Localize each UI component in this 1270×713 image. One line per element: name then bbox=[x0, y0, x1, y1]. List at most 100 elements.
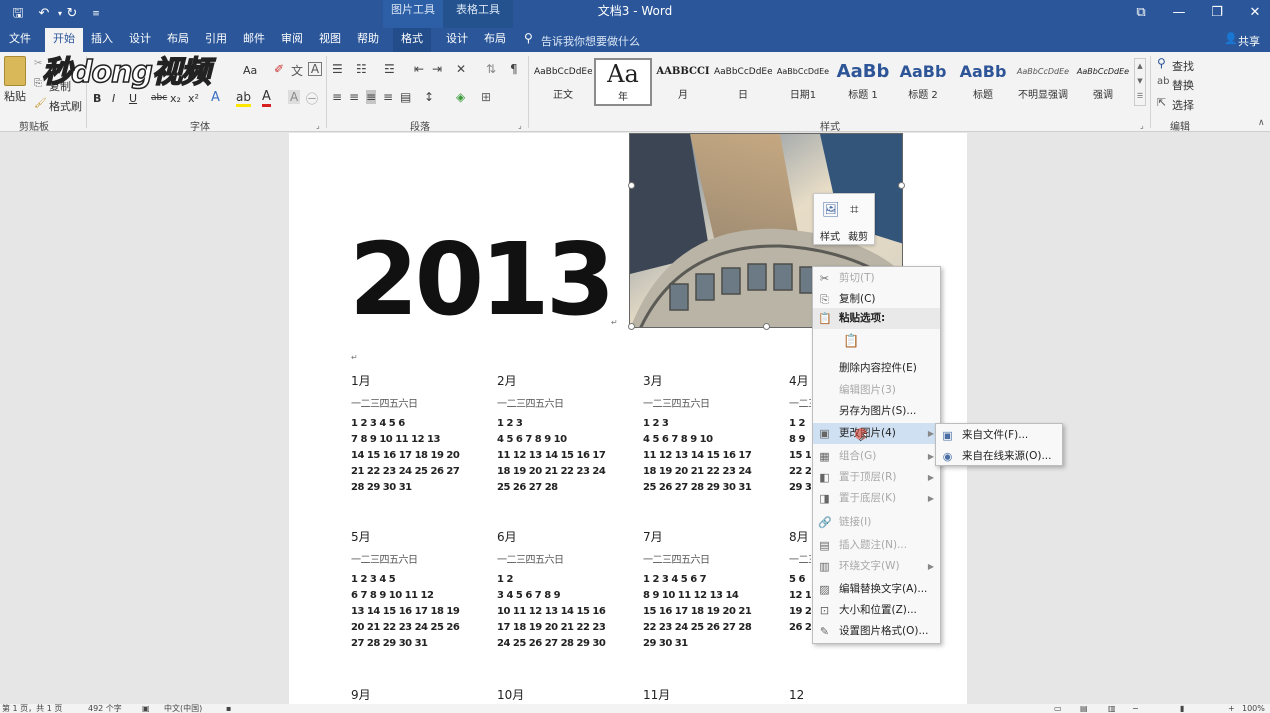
read-mode-icon[interactable]: ▭ bbox=[1054, 704, 1062, 713]
tab-help[interactable]: 帮助 bbox=[352, 28, 384, 52]
month-name[interactable]: 7月 bbox=[643, 528, 763, 546]
month-name[interactable]: 4月 bbox=[789, 372, 811, 390]
context-menu-item[interactable]: ▨ 编辑替换文字(A)... bbox=[813, 579, 940, 600]
context-menu-item[interactable]: 删除内容控件(E) bbox=[813, 358, 940, 379]
context-menu-item[interactable]: ◨ 置于底层(K) ▶ bbox=[813, 488, 940, 509]
align-left-icon[interactable]: ≡ bbox=[332, 90, 342, 104]
context-menu-item[interactable]: ✂ 剪切(T) bbox=[813, 268, 940, 289]
format-painter-icon[interactable]: 🖌 bbox=[34, 98, 47, 109]
style-title[interactable]: AaBb 标题 bbox=[954, 58, 1012, 106]
underline-button[interactable]: U bbox=[129, 92, 137, 105]
zoom-in-icon[interactable]: + bbox=[1228, 704, 1235, 713]
style-day[interactable]: AaBbCcDdEe 日 bbox=[714, 58, 772, 106]
tab-picture-format[interactable]: 格式 bbox=[393, 28, 431, 52]
web-layout-icon[interactable]: ▥ bbox=[1108, 704, 1116, 713]
share-button[interactable]: 共享 bbox=[1238, 33, 1260, 49]
resize-handle[interactable] bbox=[898, 182, 905, 189]
align-center-icon[interactable]: ≡ bbox=[349, 90, 359, 104]
copy-icon[interactable]: ⎘ bbox=[34, 78, 42, 89]
context-menu-item[interactable]: 编辑图片(3) bbox=[813, 380, 940, 401]
superscript-button[interactable]: x² bbox=[188, 92, 199, 105]
subscript-button[interactable]: x₂ bbox=[170, 92, 181, 105]
change-case-button[interactable]: Aa bbox=[243, 64, 257, 77]
resize-handle[interactable] bbox=[628, 323, 635, 330]
picture-style-button[interactable]: 样式 bbox=[820, 228, 840, 243]
borders-icon[interactable]: ⊞ bbox=[481, 90, 491, 104]
page-count[interactable]: 第 1 页，共 1 页 bbox=[2, 704, 62, 713]
month-name[interactable]: 3月 bbox=[643, 372, 763, 390]
month-name[interactable]: 2月 bbox=[497, 372, 617, 390]
chinese-layout-icon[interactable]: ✕ bbox=[456, 62, 466, 76]
enclose-char-icon[interactable]: ㊀ bbox=[306, 90, 318, 107]
align-right-icon[interactable]: ≡ bbox=[366, 90, 377, 104]
bullets-icon[interactable]: ☰ bbox=[332, 62, 343, 76]
share-icon[interactable]: 👤 bbox=[1224, 32, 1238, 45]
style-heading1[interactable]: AaBb 标题 1 bbox=[834, 58, 892, 106]
tab-table-layout[interactable]: 布局 bbox=[479, 28, 511, 52]
restore-icon[interactable]: ❐ bbox=[1198, 0, 1236, 28]
year-heading[interactable]: 2013 bbox=[349, 220, 615, 340]
decrease-indent-icon[interactable]: ⇤ bbox=[414, 62, 424, 76]
shading-icon[interactable]: ◈ bbox=[456, 90, 465, 104]
context-menu-item[interactable]: ▤ 插入题注(N)... bbox=[813, 535, 940, 556]
redo-icon[interactable]: ↻ bbox=[62, 4, 82, 24]
month-name[interactable]: 9月 bbox=[351, 686, 471, 704]
italic-button[interactable]: I bbox=[112, 92, 115, 105]
submenu-from-file[interactable]: ▣ 来自文件(F)... bbox=[936, 425, 1063, 446]
paragraph-dialog-launcher-icon[interactable]: ⌟ bbox=[518, 121, 522, 130]
style-heading2[interactable]: AaBb 标题 2 bbox=[894, 58, 952, 106]
tab-file[interactable]: 文件 bbox=[4, 28, 36, 52]
context-menu-item[interactable]: ✎ 设置图片格式(O)... bbox=[813, 621, 940, 642]
phonetic-guide-icon[interactable]: 文 bbox=[291, 62, 303, 79]
find-icon[interactable]: ⚲ bbox=[1157, 56, 1166, 70]
resize-handle[interactable] bbox=[628, 182, 635, 189]
month-name[interactable]: 10月 bbox=[497, 686, 617, 704]
style-date1[interactable]: AaBbCcDdEe 日期1 bbox=[774, 58, 832, 106]
show-marks-icon[interactable]: ¶ bbox=[510, 62, 518, 76]
justify-icon[interactable]: ≡ bbox=[383, 90, 393, 104]
context-menu-item[interactable]: 📋 bbox=[813, 331, 940, 352]
paste-button[interactable]: 粘贴 bbox=[4, 88, 26, 104]
picture-style-icon[interactable]: 🖼 bbox=[822, 202, 840, 218]
crop-button[interactable]: 裁剪 bbox=[848, 228, 868, 243]
zoom-out-icon[interactable]: − bbox=[1132, 704, 1139, 713]
month-name[interactable]: 1月 bbox=[351, 372, 471, 390]
macro-icon[interactable]: ▪ bbox=[226, 704, 231, 713]
context-menu-item[interactable]: ▣ 更改图片(4) ▶ bbox=[813, 423, 940, 444]
line-spacing-icon[interactable]: ↕ bbox=[424, 90, 434, 104]
context-menu-item[interactable]: 🔗 链接(I) bbox=[813, 512, 940, 533]
highlight-icon[interactable]: ab bbox=[236, 90, 251, 107]
save-icon[interactable]: 🖫 bbox=[8, 4, 28, 24]
word-count[interactable]: 492 个字 bbox=[88, 704, 122, 713]
styles-dialog-launcher-icon[interactable]: ⌟ bbox=[1140, 121, 1144, 130]
style-normal[interactable]: AaBbCcDdEe 正文 bbox=[534, 58, 592, 106]
ribbon-display-options-icon[interactable]: ⧉ bbox=[1122, 0, 1160, 28]
tell-me-input[interactable]: 告诉我你想要做什么 bbox=[541, 33, 640, 49]
select-icon[interactable]: ⇱ bbox=[1157, 96, 1166, 109]
month-name[interactable]: 8月 bbox=[789, 528, 811, 546]
style-year[interactable]: Aa 年 bbox=[594, 58, 652, 106]
font-dialog-launcher-icon[interactable]: ⌟ bbox=[316, 121, 320, 130]
resize-handle[interactable] bbox=[763, 323, 770, 330]
style-subtle-emphasis[interactable]: AaBbCcDdEe 不明显强调 bbox=[1014, 58, 1072, 106]
submenu-from-online[interactable]: ◉ 来自在线来源(O)... bbox=[936, 446, 1063, 467]
char-shading-icon[interactable]: A bbox=[288, 90, 301, 104]
print-layout-icon[interactable]: ▤ bbox=[1080, 704, 1088, 713]
style-month[interactable]: AABBCCI 月 bbox=[654, 58, 712, 106]
char-border-icon[interactable]: A bbox=[308, 62, 322, 76]
month-name[interactable]: 12月 bbox=[789, 686, 811, 706]
sort-icon[interactable]: ⇅ bbox=[486, 62, 496, 76]
distributed-icon[interactable]: ▤ bbox=[400, 90, 411, 104]
month-name[interactable]: 5月 bbox=[351, 528, 471, 546]
find-button[interactable]: 查找 bbox=[1172, 58, 1194, 74]
text-effects-icon[interactable]: A bbox=[211, 90, 220, 105]
bold-button[interactable]: B bbox=[93, 92, 101, 105]
zoom-slider[interactable]: ▮ bbox=[1180, 704, 1184, 713]
select-button[interactable]: 选择 bbox=[1172, 97, 1194, 113]
multilevel-list-icon[interactable]: ☲ bbox=[384, 62, 395, 76]
replace-icon[interactable]: ab bbox=[1157, 76, 1169, 87]
tab-review[interactable]: 审阅 bbox=[276, 28, 308, 52]
style-emphasis[interactable]: AaBbCcDdEe 强调 bbox=[1074, 58, 1132, 106]
close-icon[interactable]: ✕ bbox=[1236, 0, 1270, 28]
proofing-icon[interactable]: ▣ bbox=[142, 704, 150, 713]
